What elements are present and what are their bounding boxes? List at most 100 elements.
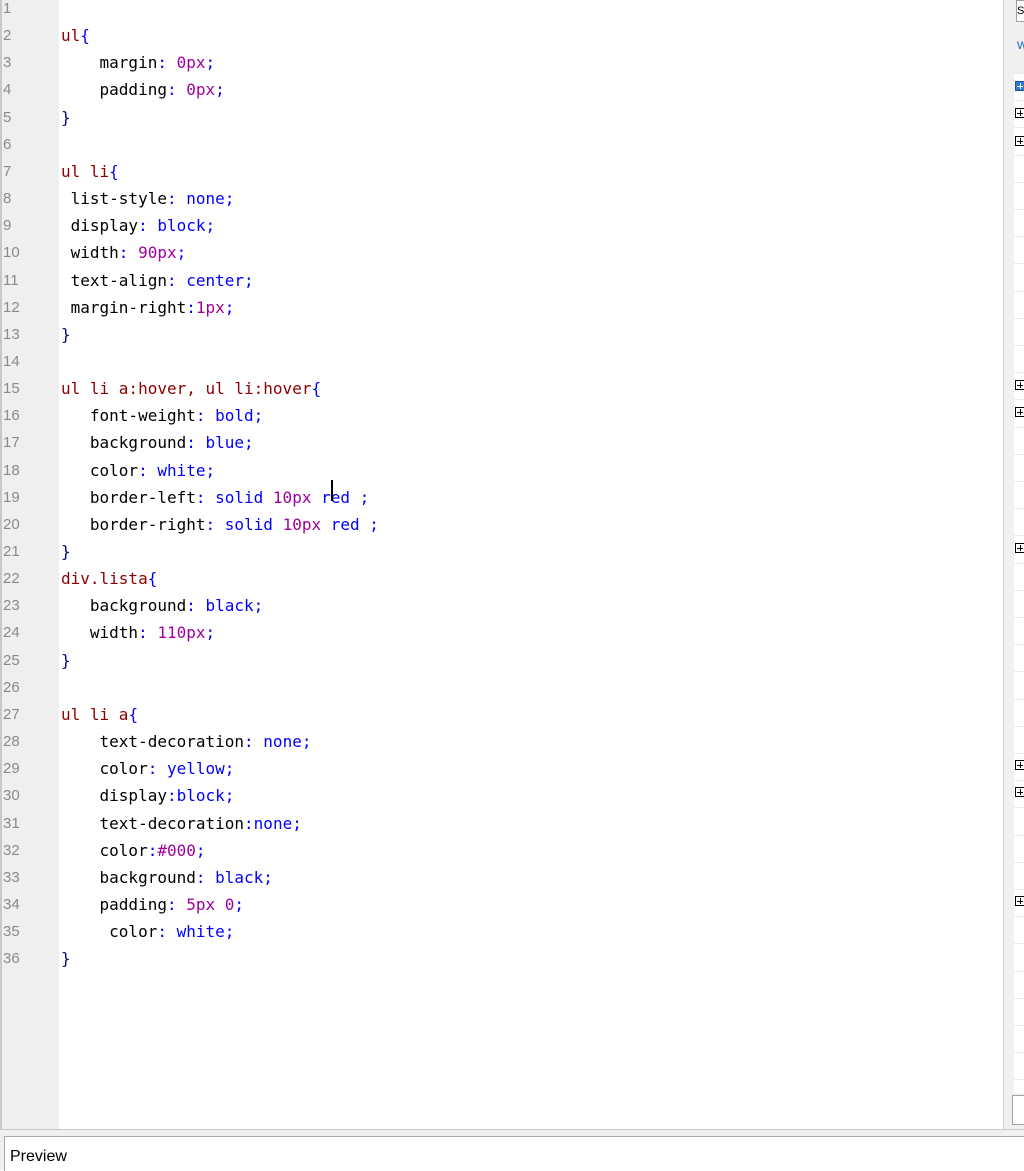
line-number: 30 [3, 787, 20, 805]
code-line: } [61, 647, 71, 674]
code-line: margin-right:1px; [61, 294, 235, 321]
tree-row-divider [1014, 1025, 1024, 1026]
code-token: 110px [157, 623, 206, 643]
line-number: 1 [3, 0, 12, 17]
code-token: 10px [272, 487, 312, 507]
code-token: none [253, 813, 293, 833]
line-number: 22 [3, 570, 20, 588]
code-line: text-decoration: none; [61, 728, 312, 755]
line-number: 8 [3, 190, 12, 208]
code-token: ; [244, 270, 254, 290]
code-token: : [186, 433, 206, 453]
gutter-border [0, 0, 2, 1129]
line-number: 25 [3, 651, 20, 669]
code-line: ul li a{ [61, 701, 138, 728]
plus-box-icon[interactable] [1015, 136, 1024, 146]
preview-tab[interactable]: Preview [4, 1136, 1024, 1171]
code-token: solid [224, 514, 283, 534]
code-token: : [147, 759, 167, 779]
code-token: yellow [166, 759, 225, 779]
code-line: } [61, 945, 71, 972]
code-token: } [61, 650, 71, 670]
code-token: color [61, 922, 158, 942]
plus-box-icon[interactable] [1015, 407, 1024, 417]
code-token: ; [224, 759, 235, 779]
tree-row-divider [1014, 698, 1024, 700]
code-line: text-decoration:none; [61, 810, 302, 837]
code-token: background [61, 433, 187, 453]
plus-box-icon[interactable] [1015, 787, 1024, 797]
code-token: text-decoration [61, 732, 245, 752]
code-token: ; [224, 297, 235, 317]
code-token: solid [215, 487, 273, 507]
code-token: ; [253, 596, 264, 616]
tree-row-divider [1014, 589, 1024, 591]
code-token: background [61, 867, 196, 887]
code-token: : [186, 297, 196, 317]
tree-row-divider [1014, 970, 1024, 972]
code-token: white [157, 460, 206, 480]
code-token: 5px 0 [186, 894, 235, 914]
code-token: margin [61, 53, 158, 73]
tree-row-divider [1014, 780, 1024, 782]
code-line: display: block; [61, 212, 216, 239]
code-token: div.lista [61, 569, 148, 589]
line-number: 15 [3, 380, 20, 398]
code-token: border-right [61, 514, 206, 534]
code-token: ul li a [61, 704, 129, 724]
plus-box-icon[interactable] [1015, 81, 1024, 91]
code-line: } [61, 538, 71, 565]
code-token: : [195, 487, 216, 507]
line-number: 21 [3, 543, 20, 560]
code-token: none [263, 732, 302, 752]
code-token: : [157, 53, 177, 73]
code-editor[interactable]: ul{ margin: 0px; padding: 0px;} ul li{ li… [59, 0, 1003, 1129]
side-panel: S W [1003, 0, 1024, 1129]
code-line: width: 90px; [61, 239, 187, 266]
tree-row-divider [1014, 725, 1024, 727]
code-token: ; [301, 732, 312, 752]
code-line: border-left: solid 10px red ; [61, 484, 369, 511]
code-token: list-style [61, 189, 167, 209]
line-number: 18 [3, 461, 20, 479]
code-token: 0px [176, 53, 206, 73]
code-token: none [186, 189, 225, 209]
code-line: div.lista{ [61, 565, 157, 592]
tree-row-divider [1014, 889, 1024, 890]
tree-row-divider [1014, 317, 1024, 319]
code-token: ; [263, 867, 273, 887]
tree-row-divider [1014, 209, 1024, 210]
code-token: : [118, 243, 139, 263]
tree-row-divider [1014, 617, 1024, 618]
code-token: ; [205, 53, 216, 73]
code-token: padding [61, 80, 167, 100]
side-panel-tab[interactable]: W [1017, 40, 1024, 52]
plus-box-icon[interactable] [1015, 380, 1024, 390]
line-number: 20 [3, 515, 20, 533]
code-token: ; [224, 189, 235, 209]
plus-box-icon[interactable] [1015, 896, 1024, 906]
code-line: background: black; [61, 864, 273, 891]
code-token: margin-right [61, 297, 187, 317]
line-number: 13 [3, 325, 20, 343]
side-panel-header[interactable]: S [1016, 0, 1024, 22]
code-token: bold [215, 406, 254, 426]
tree-row-divider [1014, 535, 1024, 537]
plus-box-icon[interactable] [1015, 760, 1024, 770]
line-number: 34 [3, 895, 20, 913]
code-token: ; [224, 922, 235, 942]
plus-box-icon[interactable] [1015, 543, 1024, 553]
plus-box-icon[interactable] [1015, 108, 1024, 118]
line-number: 14 [3, 352, 20, 370]
code-token: : [244, 813, 254, 833]
code-line: background: blue; [61, 429, 254, 456]
code-token: { [128, 704, 139, 724]
line-number: 19 [3, 488, 20, 506]
code-token: 1px [195, 297, 225, 317]
code-token: color [61, 460, 139, 480]
code-token: text-align [61, 270, 167, 290]
code-token: } [61, 542, 71, 561]
code-token: ; [292, 813, 302, 833]
side-panel-scroll-button[interactable] [1012, 1095, 1024, 1125]
code-token: red [311, 487, 360, 507]
